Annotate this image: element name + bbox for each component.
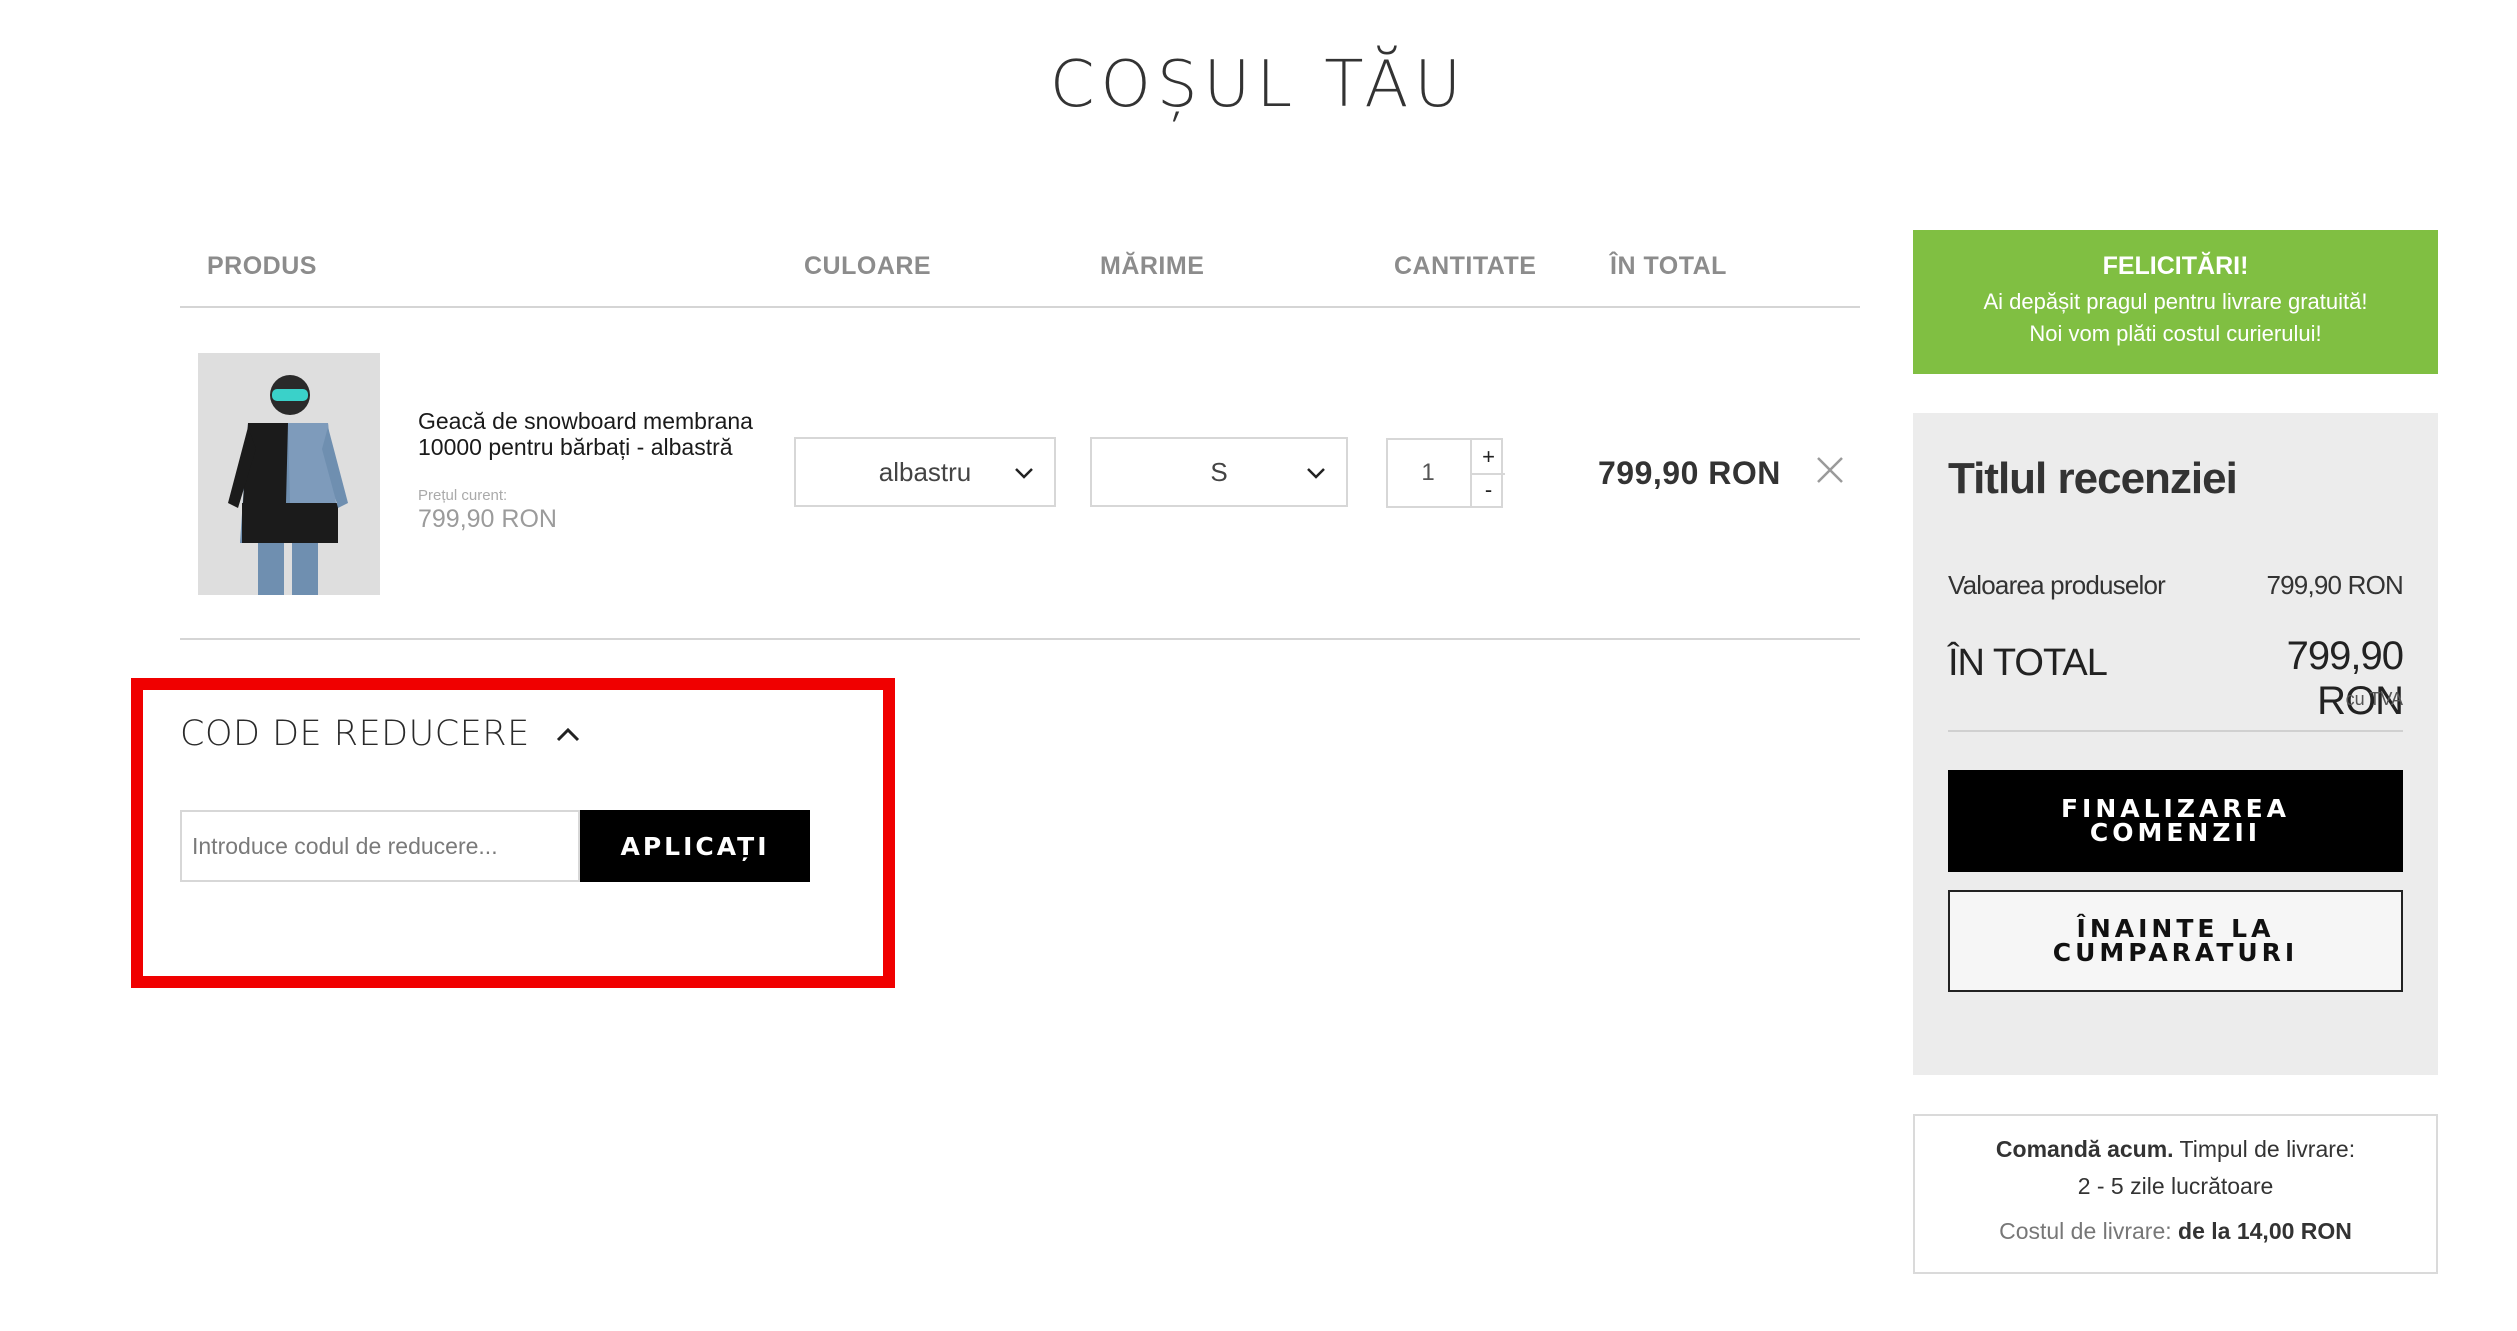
quantity-decrease-button[interactable]: - [1470,473,1505,506]
item-divider [180,638,1860,640]
free-shipping-title: FELICITĂRI! [2102,252,2249,280]
color-select-value: albastru [878,456,972,487]
delivery-cost-value: de la 14,00 RON [2178,1218,2352,1244]
products-value: 799,90 RON [2266,570,2403,600]
discount-code-input[interactable] [180,810,580,882]
delivery-time-label: Timpul de livrare: [2179,1136,2356,1162]
delivery-info-box: Comandă acum. Timpul de livrare: 2 - 5 z… [1913,1114,2438,1274]
quantity-value[interactable]: 1 [1388,440,1468,506]
free-shipping-line2: Noi vom plăti costul curierului! [2029,321,2322,346]
size-select-value: S [1210,456,1228,487]
current-price-label: Prețul curent: [418,487,508,504]
product-jacket-illustration [198,353,380,595]
checkout-button-line2: COMENZII [2089,818,2262,847]
color-select[interactable]: albastru [794,437,1056,507]
continue-shopping-button[interactable]: ÎNAINTE LA CUMPARATURI [1948,890,2403,992]
page-title: COȘUL TĂU [1049,48,1468,122]
chevron-up-icon [557,727,580,742]
product-image[interactable] [198,353,380,595]
quantity-increase-button[interactable]: + [1470,440,1505,475]
column-header-total: ÎN TOTAL [1610,252,1727,280]
apply-discount-button[interactable]: APLICAȚI [580,810,810,882]
product-name[interactable]: Geacă de snowboard membrana 10000 pentru… [418,408,758,460]
chevron-down-icon [1015,468,1033,479]
summary-total-label: ÎN TOTAL [1948,642,2108,684]
chevron-down-icon [1307,468,1325,479]
summary-title: Titlul recenziei [1948,454,2238,503]
vat-note: cu TVA [2345,689,2403,709]
summary-total-value: 799,90 RON [2286,634,2404,723]
free-shipping-banner: FELICITĂRI! Ai depășit pragul pentru liv… [1913,230,2438,374]
current-price: 799,90 RON [418,505,557,533]
quantity-stepper[interactable]: 1 + - [1386,438,1505,508]
size-select[interactable]: S [1090,437,1348,507]
discount-title: COD DE REDUCERE [180,714,530,754]
header-divider [180,306,1860,308]
products-value-label: Valoarea produselor [1948,570,2166,600]
free-shipping-line1: Ai depășit pragul pentru livrare gratuit… [1983,289,2368,314]
column-header-quantity: CANTITATE [1394,252,1537,280]
checkout-button[interactable]: FINALIZAREA COMENZII [1948,770,2403,872]
discount-toggle[interactable]: COD DE REDUCERE [180,714,583,754]
column-header-product: PRODUS [207,252,317,280]
continue-button-line2: CUMPARATURI [2052,938,2299,967]
delivery-cost-label: Costul de livrare: [1999,1218,2172,1244]
summary-divider [1948,730,2403,732]
remove-item-button[interactable] [1812,452,1848,488]
item-total-price: 799,90 RON [1598,455,1781,491]
close-icon [1817,457,1843,483]
column-header-size: MĂRIME [1100,252,1205,280]
order-now-text: Comandă acum. [1995,1136,2174,1162]
column-header-color: CULOARE [804,252,932,280]
delivery-time: 2 - 5 zile lucrătoare [2077,1173,2274,1199]
